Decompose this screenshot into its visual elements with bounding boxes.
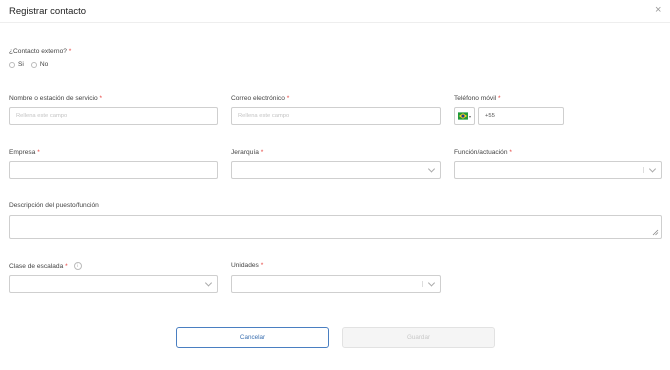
phone-input[interactable]: +55 bbox=[478, 107, 564, 125]
station-label: Nombre o estación de servicio * bbox=[9, 95, 103, 102]
external-contact-radio-group: Si No bbox=[9, 61, 55, 68]
cancel-button[interactable]: Cancelar bbox=[176, 327, 329, 348]
description-textarea[interactable] bbox=[9, 215, 662, 239]
station-input[interactable]: Rellena este campo bbox=[9, 107, 218, 125]
company-input[interactable] bbox=[9, 161, 218, 179]
dialog-title: Registrar contacto bbox=[9, 6, 87, 17]
hierarchy-select[interactable] bbox=[231, 161, 441, 179]
close-icon[interactable]: × bbox=[655, 5, 661, 16]
brazil-flag-icon bbox=[458, 112, 468, 120]
chevron-down-icon: ▾ bbox=[468, 113, 471, 119]
select-separator bbox=[643, 167, 644, 173]
role-select[interactable] bbox=[454, 161, 662, 179]
email-label: Correo electrónico * bbox=[231, 95, 290, 102]
phone-label: Teléfono móvil * bbox=[454, 95, 501, 102]
info-icon[interactable]: i bbox=[73, 262, 82, 270]
radio-si[interactable] bbox=[9, 61, 15, 68]
radio-si-label: Si bbox=[18, 61, 24, 68]
chevron-down-icon bbox=[427, 165, 436, 173]
station-placeholder: Rellena este campo bbox=[16, 113, 68, 119]
escalation-select[interactable] bbox=[9, 275, 218, 293]
country-code-select[interactable]: ▾ bbox=[454, 107, 475, 125]
email-input[interactable]: Rellena este campo bbox=[231, 107, 441, 125]
radio-no[interactable] bbox=[30, 61, 37, 68]
escalation-label: Clase de escalada * i bbox=[9, 262, 82, 270]
company-label: Empresa * bbox=[9, 149, 40, 156]
description-label: Descripción del puesto/función bbox=[9, 202, 99, 209]
chevron-down-icon bbox=[204, 279, 213, 287]
hierarchy-label: Jerarquía * bbox=[231, 149, 264, 156]
role-label: Función/actuación * bbox=[454, 149, 512, 156]
phone-prefix: +55 bbox=[485, 113, 495, 119]
units-label: Unidades * bbox=[231, 262, 264, 269]
units-select[interactable] bbox=[231, 275, 441, 293]
chevron-down-icon bbox=[427, 279, 436, 287]
radio-no-label: No bbox=[39, 61, 49, 68]
external-contact-label: ¿Contacto externo? * bbox=[9, 48, 72, 55]
chevron-down-icon bbox=[648, 165, 657, 173]
select-separator bbox=[422, 281, 423, 287]
email-placeholder: Rellena este campo bbox=[238, 113, 290, 119]
header-divider bbox=[0, 22, 670, 23]
save-button[interactable]: Guardar bbox=[342, 327, 495, 348]
resize-handle-icon[interactable] bbox=[652, 229, 659, 236]
